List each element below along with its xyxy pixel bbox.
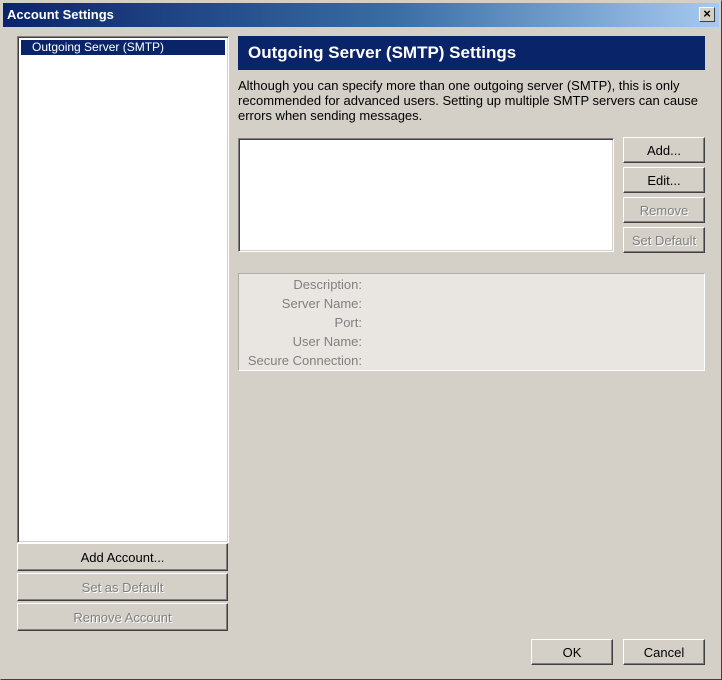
account-settings-window: Account Settings × Outgoing Server (SMTP… [0,0,722,680]
add-account-label: Add Account... [80,549,165,565]
account-list[interactable]: Outgoing Server (SMTP) [17,36,229,543]
user-name-label: User Name: [292,334,362,349]
edit-server-label: Edit... [647,172,681,188]
remove-account-label: Remove Account [73,609,172,625]
cancel-button[interactable]: Cancel [623,639,705,665]
add-server-label: Add... [647,142,681,158]
smtp-server-list[interactable] [238,138,614,252]
account-item-outgoing-server[interactable]: Outgoing Server (SMTP) [21,40,225,55]
remove-server-button[interactable]: Remove [623,197,705,223]
ok-button[interactable]: OK [531,639,613,665]
secure-connection-label: Secure Connection: [247,353,362,368]
set-default-server-button[interactable]: Set Default [623,227,705,253]
add-account-button[interactable]: Add Account... [17,543,228,571]
page-title-text: Outgoing Server (SMTP) Settings [248,43,517,62]
port-label: Port: [334,315,362,330]
server-name-label: Server Name: [281,296,362,311]
set-as-default-button[interactable]: Set as Default [17,573,228,601]
close-button[interactable]: × [699,7,715,22]
remove-server-label: Remove [639,202,689,218]
set-as-default-label: Set as Default [81,579,164,595]
window-title: Account Settings [7,7,114,22]
remove-account-button[interactable]: Remove Account [17,603,228,631]
ok-label: OK [562,644,582,660]
add-server-button[interactable]: Add... [623,137,705,163]
edit-server-button[interactable]: Edit... [623,167,705,193]
close-icon: × [703,6,711,21]
smtp-description: Although you can specify more than one o… [238,78,699,123]
account-item-label: Outgoing Server (SMTP) [32,40,165,54]
set-default-server-label: Set Default [631,232,697,248]
cancel-label: Cancel [643,644,685,660]
page-title: Outgoing Server (SMTP) Settings [238,36,705,70]
title-bar[interactable]: Account Settings × [3,3,719,27]
description-label: Description: [293,277,362,292]
server-details-panel: Description: Server Name: Port: User Nam… [238,273,705,371]
